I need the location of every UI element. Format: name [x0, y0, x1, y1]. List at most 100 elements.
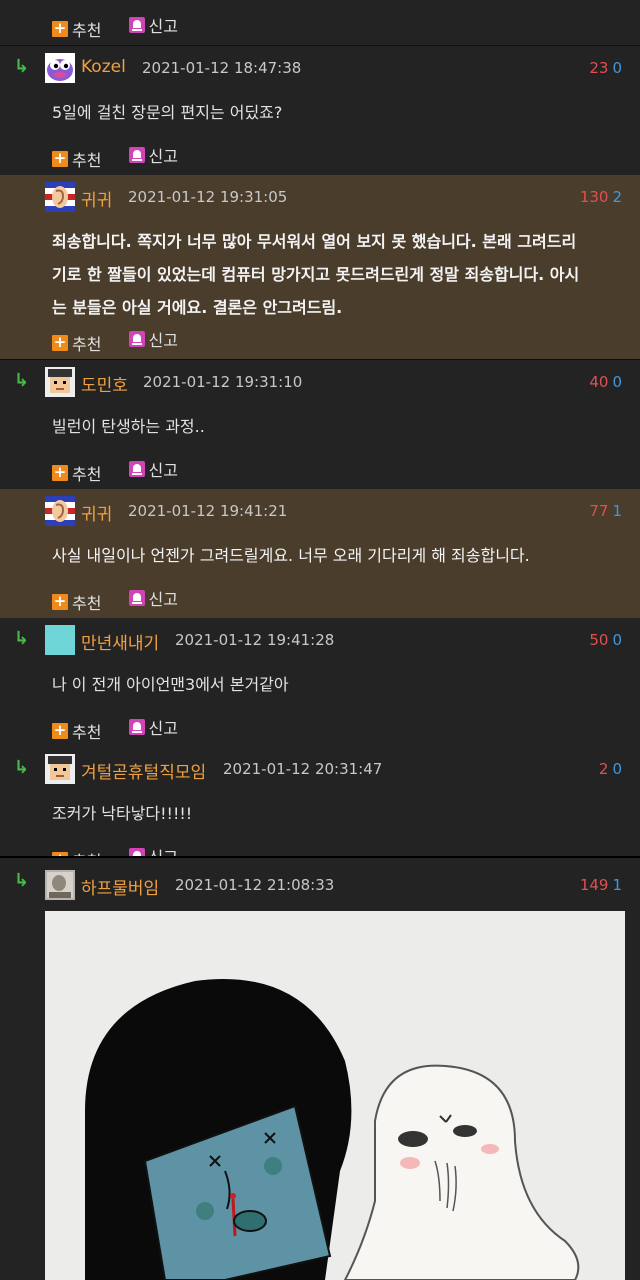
report-button[interactable]: 신고 — [128, 715, 178, 739]
comment-timestamp: 2021-01-12 19:41:21 — [128, 502, 288, 520]
vote-counts: 77 1 — [589, 502, 622, 520]
recommend-label: 추천 — [72, 151, 102, 170]
comment-actions: +추천 신고 — [52, 586, 200, 613]
downvote-count: 0 — [612, 760, 622, 778]
recommend-label: 추천 — [72, 21, 102, 40]
comment-author[interactable]: 만년새내기 — [81, 629, 159, 654]
report-label: 신고 — [148, 590, 178, 609]
siren-icon — [128, 848, 145, 856]
photo-avatar[interactable] — [45, 870, 75, 900]
reply-arrow-icon: ↳ — [14, 870, 30, 891]
comment-actions: +추천 신고 — [52, 457, 200, 484]
report-button[interactable]: 신고 — [128, 13, 178, 37]
comment-actions: +추천 신고 — [52, 844, 200, 856]
comment-timestamp: 2021-01-12 19:41:28 — [175, 631, 335, 649]
plus-icon: + — [52, 592, 68, 610]
pixel-face-avatar[interactable] — [45, 367, 75, 397]
comment-item-op: 귀귀 2021-01-12 19:31:05 130 2 죄송합니다. 쪽지가 너… — [0, 175, 640, 360]
comment-text-line: 는 분들은 아실 거에요. 결론은 안그려드림. — [52, 298, 343, 317]
comment-timestamp: 2021-01-12 20:31:47 — [223, 760, 383, 778]
report-label: 신고 — [149, 844, 178, 856]
comment-timestamp: 2021-01-12 18:47:38 — [142, 59, 302, 77]
comment-actions: +추천 신고 — [52, 715, 200, 742]
recommend-label: 추천 — [72, 465, 102, 484]
siren-icon — [128, 331, 145, 347]
purple-creature-avatar[interactable] — [45, 53, 75, 83]
report-button[interactable]: 신고 — [128, 457, 178, 481]
recommend-label: 추천 — [72, 594, 102, 613]
reply-arrow-icon: ↳ — [14, 56, 30, 77]
comment-author[interactable]: 귀귀 — [81, 186, 112, 211]
comment-author[interactable]: 귀귀 — [81, 500, 112, 525]
siren-icon — [128, 147, 145, 163]
comment-text: 사실 내일이나 언젠가 그려드릴게요. 너무 오래 기다리게 해 죄송합니다. — [52, 546, 530, 565]
recommend-button[interactable]: +추천 — [52, 147, 101, 171]
cartoon-illustration — [45, 911, 625, 1280]
upvote-count: 130 — [579, 188, 609, 206]
recommend-button[interactable]: +추천 — [52, 461, 101, 485]
comment-item-op: 귀귀 2021-01-12 19:41:21 77 1 사실 내일이나 언젠가 그… — [0, 489, 640, 619]
comment-text: 빌런이 탄생하는 과정.. — [52, 417, 205, 436]
plus-icon: + — [52, 19, 68, 37]
siren-icon — [128, 461, 145, 477]
plus-icon: + — [52, 721, 68, 739]
downvote-count: 0 — [612, 59, 622, 77]
reply-arrow-icon: ↳ — [14, 370, 30, 391]
recommend-button[interactable]: +추천 — [52, 17, 101, 41]
report-label: 신고 — [148, 461, 178, 480]
report-button[interactable]: 신고 — [128, 327, 178, 351]
reply-arrow-icon: ↳ — [14, 628, 30, 649]
ear-flag-avatar[interactable] — [45, 496, 75, 526]
report-button[interactable]: 신고 — [128, 143, 178, 167]
plus-icon: + — [52, 463, 68, 481]
comment-text: 나 이 전개 아이언맨3에서 본거같아 — [52, 675, 289, 694]
comment-text: 죄송합니다. 쪽지가 너무 많아 무서워서 열어 보지 못 했습니다. 본래 그… — [52, 225, 622, 324]
upvote-count: 50 — [589, 631, 609, 649]
vote-counts: 50 0 — [589, 631, 622, 649]
report-label: 신고 — [148, 719, 178, 738]
cyan-square-avatar[interactable] — [45, 625, 75, 655]
comment-text: 5일에 걸친 장문의 편지는 어딨죠? — [52, 103, 283, 122]
vote-counts: 23 0 — [589, 59, 622, 77]
comment-author[interactable]: 하프물버임 — [81, 874, 159, 899]
comment-author[interactable]: 도민호 — [81, 371, 128, 396]
vote-counts: 130 2 — [580, 188, 622, 206]
recommend-button[interactable]: +추천 — [52, 719, 101, 743]
vote-counts: 40 0 — [589, 373, 622, 391]
downvote-count: 1 — [612, 502, 622, 520]
recommend-button[interactable]: +추천 — [52, 848, 101, 856]
report-label: 신고 — [148, 17, 178, 36]
comment-image[interactable] — [45, 911, 625, 1280]
report-button[interactable]: 신고 — [128, 586, 178, 610]
downvote-count: 2 — [612, 188, 622, 206]
comment-item: ↳ 겨털곧휴털직모임 2021-01-12 20:31:47 20 조커가 낙타… — [0, 747, 640, 856]
downvote-count: 1 — [612, 876, 622, 894]
recommend-label: 추천 — [72, 723, 102, 742]
upvote-count: 149 — [579, 876, 609, 894]
comment-item: ↳ Kozel 2021-01-12 18:47:38 23 0 5일에 걸친 장… — [0, 46, 640, 176]
comment-text-line: 죄송합니다. 쪽지가 너무 많아 무서워서 열어 보지 못 했습니다. 본래 그… — [52, 232, 577, 251]
report-label: 신고 — [148, 331, 178, 350]
siren-icon — [128, 590, 145, 606]
ear-flag-avatar[interactable] — [45, 182, 75, 212]
comment-actions: +추천 신고 — [52, 327, 200, 354]
comment-author[interactable]: Kozel — [81, 57, 126, 77]
upvote-count: 23 — [589, 59, 609, 77]
recommend-button[interactable]: +추천 — [52, 331, 101, 355]
recommend-label: 추천 — [72, 335, 102, 354]
pixel-face-avatar[interactable] — [45, 754, 75, 784]
upvote-count: 2 — [598, 760, 609, 778]
recommend-label: 추천 — [72, 848, 101, 856]
downvote-count: 0 — [612, 631, 622, 649]
comment-author[interactable]: 겨털곧휴털직모임 — [81, 758, 206, 783]
vote-counts: 149 1 — [580, 876, 622, 894]
comment-actions: +추천 신고 — [52, 143, 200, 170]
comment-timestamp: 2021-01-12 21:08:33 — [175, 876, 335, 894]
comment-text-line: 기로 한 짤들이 있었는데 컴퓨터 망가지고 못드려드린게 정말 죄송합니다. … — [52, 265, 580, 284]
plus-icon: + — [52, 149, 68, 167]
recommend-button[interactable]: +추천 — [52, 590, 101, 614]
downvote-count: 0 — [612, 373, 622, 391]
comment-item: ↳ 도민호 2021-01-12 19:31:10 40 0 빌런이 탄생하는 과… — [0, 360, 640, 490]
plus-icon: + — [52, 333, 68, 351]
report-button[interactable]: 신고 — [128, 844, 178, 856]
